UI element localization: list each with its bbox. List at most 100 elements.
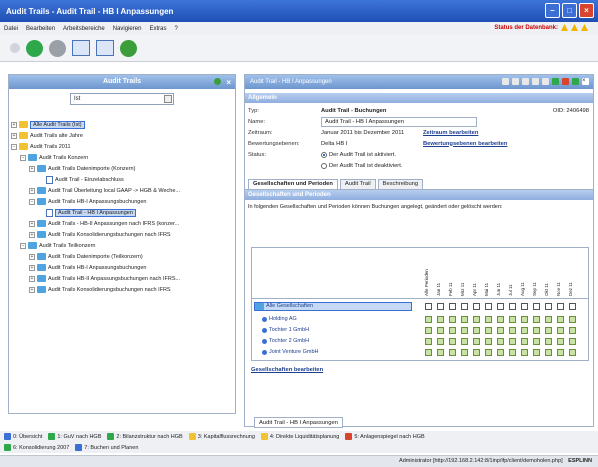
tree-item[interactable]: + Audit Trail Überleitung local GAAP -> H… (11, 185, 233, 196)
tab-description[interactable]: Beschreibung (377, 179, 424, 189)
period-checkbox[interactable] (557, 302, 564, 310)
period-checkbox[interactable] (437, 348, 444, 356)
period-checkbox[interactable] (485, 326, 492, 334)
period-checkbox[interactable] (497, 315, 504, 323)
period-checkbox[interactable] (485, 302, 492, 310)
menu-navigieren[interactable]: Navigieren (113, 26, 142, 32)
name-input[interactable]: Audit Trail - HB I Anpassungen (321, 116, 477, 127)
status-active-option[interactable]: Der Audit Trail ist aktiviert. (321, 151, 396, 158)
period-checkbox[interactable] (437, 337, 444, 345)
filter-select[interactable]: Ist (70, 93, 174, 105)
period-checkbox[interactable] (509, 326, 516, 334)
tree-item[interactable]: Audit Trail - HB I Anpassungen (11, 207, 233, 218)
period-checkbox[interactable] (569, 337, 576, 345)
workspace-item[interactable]: 5: Anlagenspiegel nach HGB (345, 433, 425, 440)
period-checkbox[interactable] (473, 326, 480, 334)
close-icon[interactable]: × (582, 78, 589, 85)
period-checkbox[interactable] (461, 326, 468, 334)
tree-item[interactable]: + Audit Trails HB-I Anpassungsbuchungen (11, 262, 233, 273)
tree-item[interactable]: + Audit Trails HB-II Anpassungsbuchungen … (11, 273, 233, 284)
period-checkbox[interactable] (461, 337, 468, 345)
period-checkbox[interactable] (521, 337, 528, 345)
tree-item[interactable]: + Audit Trails Datenimporte (Konzern) (11, 163, 233, 174)
workspace-item[interactable]: 4: Direkte Liquiditätsplanung (260, 433, 339, 440)
workspace-item[interactable]: 2: Bilanzstruktur nach HGB (107, 433, 183, 440)
period-checkbox[interactable] (425, 348, 432, 356)
period-checkbox[interactable] (437, 315, 444, 323)
period-checkbox[interactable] (497, 348, 504, 356)
workspace-item[interactable]: 3: Kapitalflussrechnung (188, 433, 255, 440)
expand-icon[interactable]: + (29, 275, 35, 282)
menu-bearbeiten[interactable]: Bearbeiten (26, 26, 55, 32)
minimize-button[interactable]: – (545, 3, 560, 18)
expand-icon[interactable]: + (29, 187, 35, 194)
expand-icon[interactable]: + (11, 132, 17, 139)
period-checkbox[interactable] (509, 302, 516, 310)
period-checkbox[interactable] (425, 315, 432, 323)
filter-icon[interactable] (532, 78, 539, 85)
period-checkbox[interactable] (461, 348, 468, 356)
period-checkbox[interactable] (473, 315, 480, 323)
period-checkbox[interactable] (473, 337, 480, 345)
panel-layout-icon[interactable] (96, 40, 114, 56)
period-checkbox[interactable] (533, 315, 540, 323)
copy-icon[interactable] (522, 78, 529, 85)
period-checkbox[interactable] (449, 348, 456, 356)
tree-item[interactable]: − Audit Trails HB-I Anpassungsbuchungen (11, 196, 233, 207)
period-checkbox[interactable] (557, 326, 564, 334)
zeitraum-edit-link[interactable]: Zeitraum bearbeiten (423, 130, 478, 136)
period-checkbox[interactable] (545, 326, 552, 334)
period-checkbox[interactable] (545, 348, 552, 356)
period-checkbox[interactable] (557, 348, 564, 356)
period-checkbox[interactable] (497, 302, 504, 310)
close-pane-icon[interactable]: × (226, 76, 231, 90)
period-checkbox[interactable] (569, 315, 576, 323)
companies-edit-link[interactable]: Gesellschaften bearbeiten (251, 367, 323, 373)
period-checkbox[interactable] (473, 302, 480, 310)
tree-item[interactable]: + Alle Audit Trails (Ist) (11, 119, 233, 130)
workspace-item[interactable]: 7: Buchen und Planen (75, 444, 138, 451)
add-icon[interactable] (214, 78, 221, 85)
export-icon[interactable] (542, 78, 549, 85)
period-checkbox[interactable] (545, 302, 552, 310)
period-checkbox[interactable] (521, 302, 528, 310)
period-checkbox[interactable] (461, 302, 468, 310)
tree-item[interactable]: + Audit Trails - HB-II Anpassungen nach I… (11, 218, 233, 229)
expand-icon[interactable]: + (29, 286, 35, 293)
company-label[interactable]: Holding AG (262, 316, 420, 322)
tree-item[interactable]: + Audit Trails Konsolidierungsbuchungen n… (11, 284, 233, 295)
all-companies-label[interactable]: Alle Gesellschaften (254, 301, 412, 311)
period-checkbox[interactable] (425, 337, 432, 345)
period-checkbox[interactable] (449, 315, 456, 323)
workspace-item[interactable]: 1: GuV nach HGB (48, 433, 101, 440)
period-checkbox[interactable] (485, 315, 492, 323)
period-checkbox[interactable] (425, 302, 432, 310)
period-checkbox[interactable] (521, 326, 528, 334)
period-checkbox[interactable] (473, 348, 480, 356)
tree-item[interactable]: − Audit Trails Konzern (11, 152, 233, 163)
period-checkbox[interactable] (497, 326, 504, 334)
menu-extras[interactable]: Extras (149, 26, 166, 32)
period-checkbox[interactable] (437, 302, 444, 310)
period-checkbox[interactable] (437, 326, 444, 334)
period-checkbox[interactable] (449, 302, 456, 310)
period-checkbox[interactable] (461, 315, 468, 323)
expand-icon[interactable]: − (11, 143, 17, 150)
expand-icon[interactable]: + (29, 220, 35, 227)
tree-item[interactable]: Audit Trail - Einzelabschluss (11, 174, 233, 185)
refresh-icon[interactable] (572, 78, 579, 85)
menu-datei[interactable]: Datei (4, 26, 18, 32)
period-checkbox[interactable] (569, 326, 576, 334)
status-inactive-option[interactable]: Der Audit Trail ist deaktiviert. (321, 162, 402, 169)
period-checkbox[interactable] (509, 348, 516, 356)
radio-unselected-icon[interactable] (321, 162, 327, 169)
menu-help[interactable]: ? (174, 26, 177, 32)
period-checkbox[interactable] (545, 337, 552, 345)
bewertung-edit-link[interactable]: Bewertungsebenen bearbeiten (423, 141, 507, 147)
menu-arbeitsbereiche[interactable]: Arbeitsbereiche (63, 26, 105, 32)
stop-icon[interactable] (49, 39, 66, 57)
tree-item[interactable]: − Audit Trails Teilkonzern (11, 240, 233, 251)
company-label[interactable]: Tochter 2 GmbH (262, 338, 420, 344)
company-label[interactable]: Joint Venture GmbH (262, 349, 420, 355)
radio-selected-icon[interactable] (321, 151, 327, 158)
